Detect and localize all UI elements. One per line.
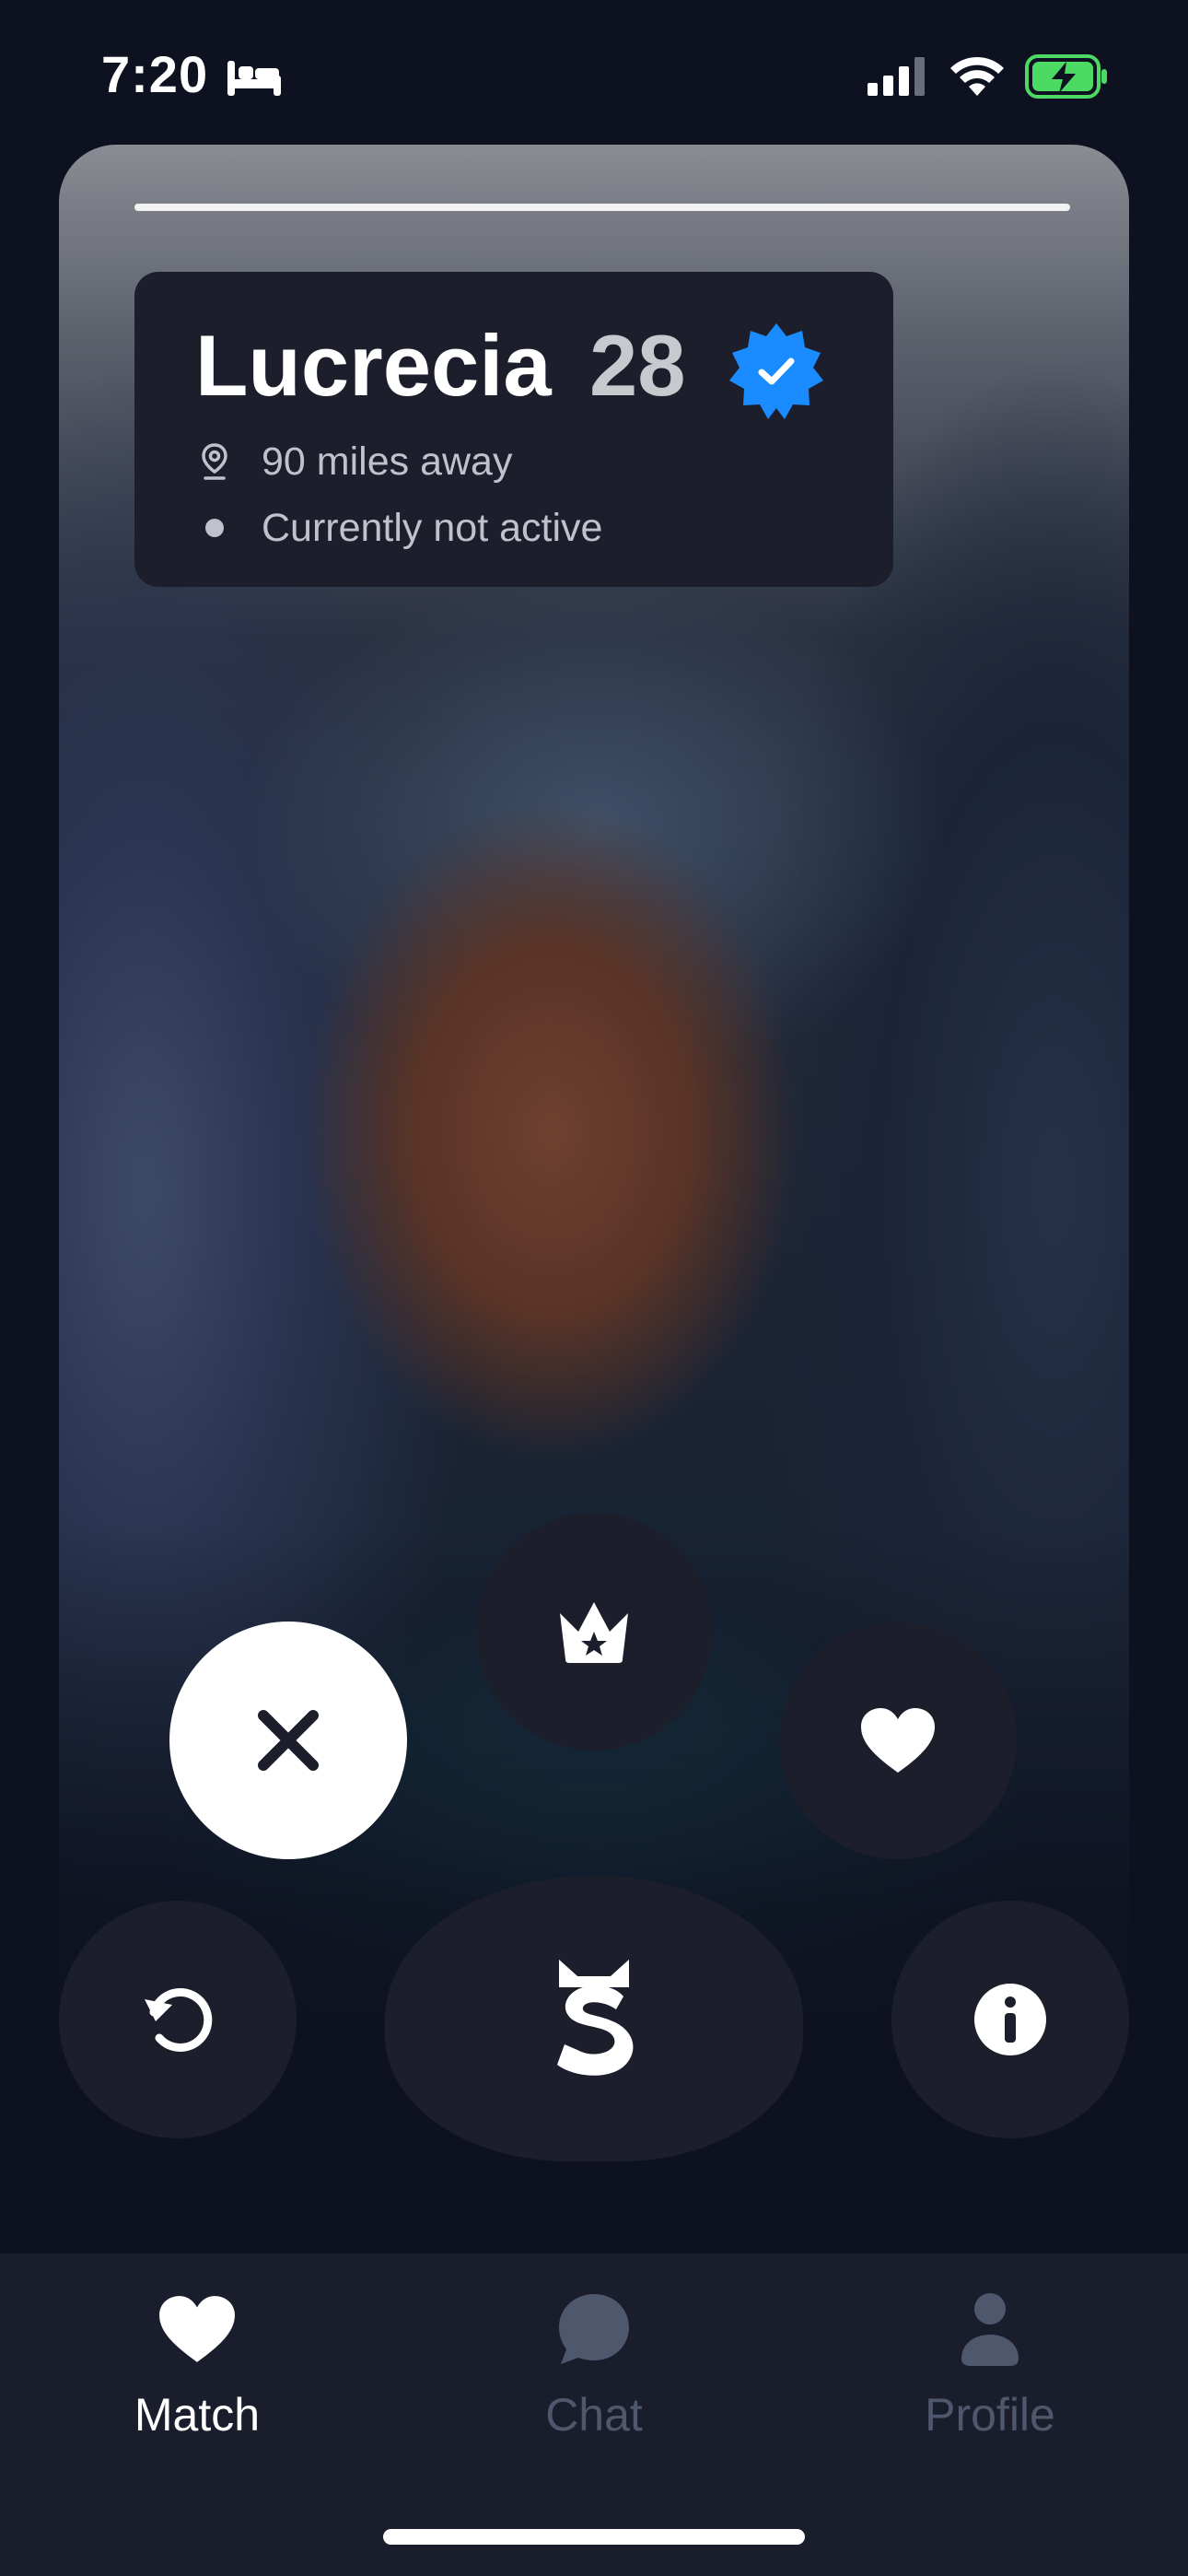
cellular-signal-icon	[868, 57, 925, 96]
boost-button[interactable]	[385, 1876, 803, 2161]
activity-row: Currently not active	[195, 502, 602, 554]
rewind-button[interactable]	[59, 1901, 297, 2138]
tab-chat[interactable]: Chat	[456, 2254, 732, 2456]
s-logo-icon	[557, 1960, 634, 2076]
tab-label: Profile	[925, 2389, 1055, 2441]
tab-label: Chat	[545, 2389, 643, 2441]
profile-name: Lucrecia	[195, 317, 552, 414]
wifi-icon	[950, 56, 1004, 96]
close-icon	[258, 1710, 319, 1771]
activity-status-text: Currently not active	[262, 505, 603, 550]
info-button[interactable]	[891, 1901, 1129, 2138]
person-icon	[949, 2290, 1031, 2368]
heart-icon	[156, 2290, 239, 2368]
crown-icon	[560, 1602, 628, 1663]
status-dot-icon	[195, 509, 234, 547]
status-bar: 7:20	[0, 0, 1188, 147]
like-button[interactable]	[779, 1622, 1017, 1859]
tab-label: Match	[134, 2389, 261, 2441]
profile-info-box: Lucrecia 28 90 miles away Currently not …	[134, 272, 893, 587]
distance-text: 90 miles away	[262, 439, 513, 484]
heart-icon	[861, 1708, 935, 1773]
verified-badge-icon	[729, 323, 823, 419]
photo-progress-bar	[134, 204, 1070, 211]
info-icon	[974, 1984, 1046, 2055]
tab-profile[interactable]: Profile	[852, 2254, 1128, 2456]
bed-icon	[227, 61, 281, 96]
chat-bubble-icon	[553, 2290, 635, 2368]
tab-bar: Match Chat Profile	[0, 2254, 1188, 2576]
status-time: 7:20	[101, 45, 209, 103]
nope-button[interactable]	[169, 1622, 407, 1859]
home-indicator[interactable]	[383, 2529, 805, 2545]
distance-row: 90 miles away	[195, 436, 512, 487]
profile-age: 28	[589, 317, 686, 414]
super-like-button[interactable]	[475, 1513, 713, 1751]
location-pin-icon	[195, 442, 234, 481]
battery-charging-icon	[1025, 54, 1107, 99]
tab-match[interactable]: Match	[59, 2254, 335, 2456]
undo-icon	[145, 1988, 213, 2052]
